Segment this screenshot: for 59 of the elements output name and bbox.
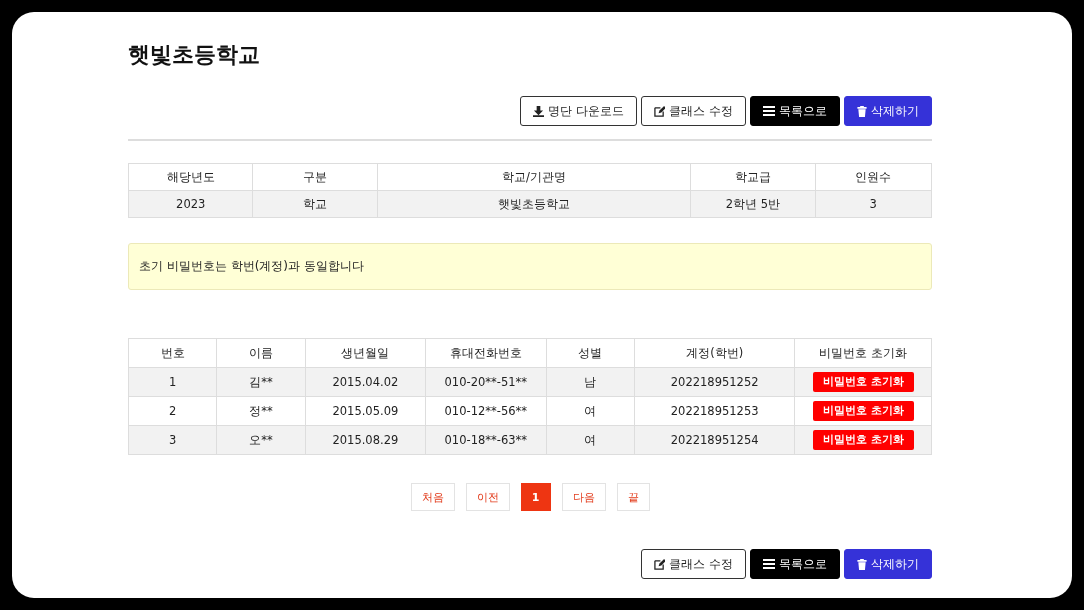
password-reset-button[interactable]: 비밀번호 초기화	[812, 401, 914, 421]
table-cell: 202218951253	[634, 396, 795, 426]
table-cell: 학교	[252, 190, 378, 218]
column-header: 구분	[252, 163, 378, 191]
table-cell: 2학년 5반	[690, 190, 816, 218]
page-title: 햇빛초등학교	[128, 41, 261, 69]
table-cell: 오**	[216, 425, 306, 455]
column-header: 성별	[546, 338, 635, 368]
list-button[interactable]: 목록으로	[750, 96, 840, 126]
column-header: 번호	[128, 338, 217, 368]
table-cell: 햇빛초등학교	[377, 190, 691, 218]
edit-button[interactable]: 클래스 수정	[641, 96, 746, 126]
column-header: 인원수	[815, 163, 932, 191]
table-cell: 여	[546, 396, 635, 426]
table-cell: 1	[128, 367, 217, 397]
page-button[interactable]: 처음	[410, 483, 455, 511]
table-cell: 2023	[128, 190, 253, 218]
table-cell: 여	[546, 425, 635, 455]
column-header: 비밀번호 초기화	[794, 338, 932, 368]
edit-icon	[654, 558, 666, 570]
table-cell: 202218951254	[634, 425, 795, 455]
list-icon	[763, 106, 775, 116]
page-button[interactable]: 이전	[465, 483, 510, 511]
table-cell: 김**	[216, 367, 306, 397]
trash-icon	[857, 558, 867, 570]
delete-button[interactable]: 삭제하기	[844, 549, 932, 579]
table-cell: 남	[546, 367, 635, 397]
table-cell: 010-18**-63**	[425, 425, 547, 455]
table-cell: 2015.04.02	[305, 367, 426, 397]
column-header: 생년월일	[305, 338, 426, 368]
table-cell: 202218951252	[634, 367, 795, 397]
column-header: 학교/기관명	[377, 163, 691, 191]
column-header: 학교급	[690, 163, 816, 191]
table-cell: 3	[128, 425, 217, 455]
download-icon	[533, 105, 545, 117]
column-header: 이름	[216, 338, 306, 368]
table-cell: 010-20**-51**	[425, 367, 547, 397]
table-cell: 2	[128, 396, 217, 426]
list-button[interactable]: 목록으로	[750, 549, 840, 579]
table-cell: 010-12**-56**	[425, 396, 547, 426]
table-cell: 2015.05.09	[305, 396, 426, 426]
table-cell: 정**	[216, 396, 306, 426]
column-header: 해당년도	[128, 163, 253, 191]
column-header: 휴대전화번호	[425, 338, 547, 368]
password-reset-button[interactable]: 비밀번호 초기화	[812, 430, 914, 450]
edit-icon	[654, 105, 666, 117]
page-button[interactable]: 끝	[616, 483, 650, 511]
page-button[interactable]: 1	[520, 483, 551, 511]
download-button[interactable]: 명단 다운로드	[520, 96, 638, 126]
table-cell: 3	[815, 190, 932, 218]
edit-button[interactable]: 클래스 수정	[641, 549, 746, 579]
page-button[interactable]: 다음	[561, 483, 606, 511]
password-reset-button[interactable]: 비밀번호 초기화	[812, 372, 914, 392]
trash-icon	[857, 105, 867, 117]
list-icon	[763, 559, 775, 569]
notice-banner: 초기 비밀번호는 학번(계정)과 동일합니다	[128, 243, 932, 290]
table-cell: 2015.08.29	[305, 425, 426, 455]
delete-button[interactable]: 삭제하기	[844, 96, 932, 126]
column-header: 계정(학번)	[634, 338, 795, 368]
